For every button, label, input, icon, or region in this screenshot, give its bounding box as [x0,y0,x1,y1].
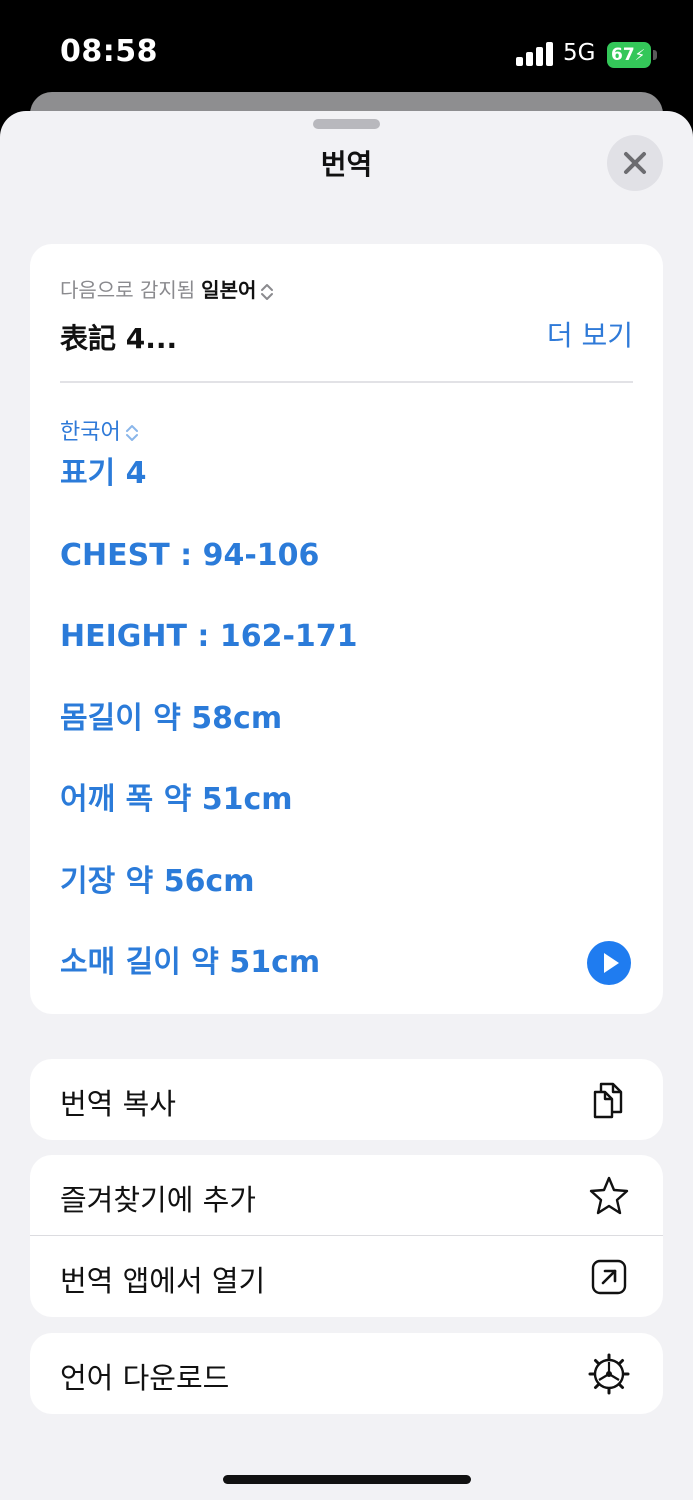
battery-icon: 67⚡ [607,42,657,68]
battery-level: 67⚡ [607,42,651,68]
home-indicator[interactable] [223,1475,471,1484]
add-favorite-label: 즐겨찾기에 추가 [60,1183,256,1217]
open-in-app-button[interactable]: 번역 앱에서 열기 [30,1236,663,1317]
translated-line: HEIGHT : 162-171 [60,619,358,654]
chevron-updown-icon [261,283,274,300]
copy-icon [593,1082,623,1119]
add-favorite-button[interactable]: 즐겨찾기에 추가 [30,1155,663,1236]
download-card: 언어 다운로드 [30,1333,663,1414]
translated-line: 몸길이 약 58cm [60,700,283,736]
copy-translation-label: 번역 복사 [60,1087,176,1121]
translated-line: CHEST : 94-106 [60,537,320,573]
close-button[interactable] [607,135,663,191]
gear-download-icon [588,1353,630,1395]
translated-text: 표기 4 CHEST : 94-106 HEIGHT : 162-171 몸길이… [60,454,580,1025]
target-language-selector[interactable]: 한국어 [60,414,139,446]
translated-line: 표기 4 [60,456,147,491]
network-label: 5G [563,40,596,66]
close-icon [624,152,646,174]
translation-card: 다음으로 감지됨 일본어 表記 4... 더 보기 한국어 표기 4 CHEST … [30,244,663,1014]
translate-sheet: 번역 다음으로 감지됨 일본어 表記 4... 더 보기 한국어 표기 4 CHE… [0,111,693,1500]
more-button[interactable]: 더 보기 [547,314,633,354]
translated-line: 어깨 폭 약 51cm [60,782,293,817]
status-time: 08:58 [60,34,158,69]
sheet-title: 번역 [320,148,373,181]
detected-prefix: 다음으로 감지됨 [60,278,196,302]
open-external-icon [591,1259,627,1295]
copy-card: 번역 복사 [30,1059,663,1140]
translated-line: 소매 길이 약 51cm [60,945,321,980]
play-audio-button[interactable] [587,941,631,985]
cellular-signal-icon [516,42,554,66]
play-icon [604,953,619,973]
copy-translation-button[interactable]: 번역 복사 [30,1059,663,1140]
status-bar: 08:58 5G 67⚡ [0,0,693,100]
detected-language-row[interactable]: 다음으로 감지됨 일본어 [60,274,274,303]
download-languages-button[interactable]: 언어 다운로드 [30,1333,663,1414]
open-in-app-label: 번역 앱에서 열기 [60,1264,266,1298]
favorite-open-card: 즐겨찾기에 추가 번역 앱에서 열기 [30,1155,663,1317]
translated-line: 기장 약 56cm [60,863,255,899]
target-language: 한국어 [60,420,121,445]
source-text: 表記 4... [60,322,178,355]
chevron-updown-icon [125,425,138,441]
detected-language: 일본어 [201,278,257,302]
divider [60,381,633,383]
sheet-grabber[interactable] [313,119,380,129]
star-icon [589,1176,629,1215]
download-languages-label: 언어 다운로드 [60,1361,230,1395]
